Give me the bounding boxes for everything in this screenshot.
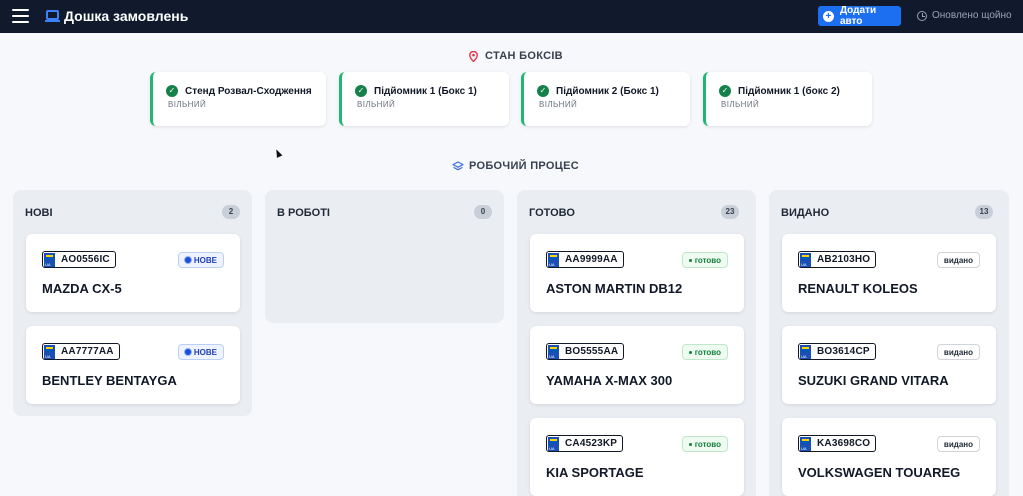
column-count: 13: [975, 205, 993, 219]
update-status: Оновлено щойно: [917, 10, 1012, 21]
car-name: RENAULT KOLEOS: [798, 281, 918, 296]
order-card[interactable]: BO3614CP видано SUZUKI GRAND VITARA: [782, 326, 996, 404]
bay-status: ВІЛЬНИЙ: [721, 100, 760, 109]
bays-heading: СТАН БОКСІВ: [469, 50, 563, 62]
ua-flag-icon: [44, 344, 55, 359]
workflow-heading-text: РОБОЧИЙ ПРОЦЕС: [469, 160, 579, 172]
bay-status: ВІЛЬНИЙ: [357, 100, 396, 109]
order-card[interactable]: AO0556IC НОВЕ MAZDA CX-5: [26, 234, 240, 312]
license-plate: AA9999AA: [546, 251, 624, 268]
column-title: ВИДАНО: [781, 207, 830, 219]
check-icon: ✓: [166, 85, 178, 97]
car-name: SUZUKI GRAND VITARA: [798, 373, 949, 388]
check-icon: ✓: [719, 85, 731, 97]
bay-card[interactable]: ✓ Підйомник 1 (бокс 2) ВІЛЬНИЙ: [703, 72, 872, 126]
car-name: KIA SPORTAGE: [546, 465, 644, 480]
status-badge: НОВЕ: [177, 344, 224, 360]
bays-heading-text: СТАН БОКСІВ: [485, 50, 563, 62]
add-car-button[interactable]: + Додати авто: [818, 5, 901, 27]
column-count: 0: [474, 205, 492, 219]
status-dot-icon: [688, 258, 692, 262]
license-plate: AB2103HO: [798, 251, 877, 268]
status-dot-icon: [184, 349, 191, 355]
car-name: MAZDA CX-5: [42, 281, 122, 296]
license-plate: AO0556IC: [42, 251, 116, 268]
plus-icon: +: [823, 10, 834, 22]
column-title: НОВІ: [25, 207, 53, 219]
license-plate: AA7777AA: [42, 343, 120, 360]
map-pin-icon: [469, 50, 478, 62]
bay-name: Підйомник 2 (Бокс 1): [556, 85, 659, 97]
car-name: VOLKSWAGEN TOUAREG: [798, 465, 961, 480]
update-status-text: Оновлено щойно: [932, 10, 1012, 21]
order-card[interactable]: BO5555AA готово YAMAHA X-MAX 300: [530, 326, 744, 404]
monitor-icon: [45, 10, 60, 22]
order-card[interactable]: AB2103HO видано RENAULT KOLEOS: [782, 234, 996, 312]
status-dot-icon: [184, 257, 191, 263]
status-badge: готово: [681, 344, 728, 360]
license-plate: KA3698CO: [798, 435, 877, 452]
ua-flag-icon: [800, 252, 811, 267]
ua-flag-icon: [548, 436, 559, 451]
ua-flag-icon: [548, 252, 559, 267]
page-title: Дошка замовлень: [64, 8, 189, 24]
column-in-progress: В РОБОТІ 0: [265, 190, 504, 323]
status-badge: видано: [936, 344, 980, 360]
column-new: НОВІ 2 AO0556IC НОВЕ MAZDA CX-5 AA7777AA…: [13, 190, 252, 416]
bay-name: Підйомник 1 (бокс 2): [738, 85, 840, 97]
license-plate: CA4523KP: [546, 435, 624, 452]
order-card[interactable]: CA4523KP готово KIA SPORTAGE: [530, 418, 744, 496]
ua-flag-icon: [800, 344, 811, 359]
check-icon: ✓: [537, 85, 549, 97]
top-bar: Дошка замовлень + Додати авто Оновлено щ…: [0, 0, 1023, 33]
add-car-button-label: Додати авто: [839, 5, 877, 27]
clock-icon: [917, 10, 927, 21]
status-badge: видано: [936, 436, 980, 452]
menu-icon[interactable]: [12, 9, 29, 23]
ua-flag-icon: [800, 436, 811, 451]
status-badge: готово: [681, 436, 728, 452]
workflow-heading: РОБОЧИЙ ПРОЦЕС: [452, 160, 579, 172]
status-badge: готово: [681, 252, 728, 268]
status-dot-icon: [688, 442, 692, 446]
column-title: В РОБОТІ: [277, 207, 330, 219]
status-badge: видано: [936, 252, 980, 268]
car-name: YAMAHA X-MAX 300: [546, 373, 673, 388]
status-dot-icon: [688, 350, 692, 354]
ua-flag-icon: [548, 344, 559, 359]
order-card[interactable]: AA9999AA готово ASTON MARTIN DB12: [530, 234, 744, 312]
bay-name: Підйомник 1 (Бокс 1): [374, 85, 477, 97]
check-icon: ✓: [355, 85, 367, 97]
column-issued: ВИДАНО 13 AB2103HO видано RENAULT KOLEOS…: [769, 190, 1009, 496]
column-count: 2: [222, 205, 240, 219]
bay-name: Стенд Розвал-Сходження: [185, 85, 312, 97]
license-plate: BO5555AA: [546, 343, 625, 360]
layers-icon: [452, 160, 464, 170]
bay-status: ВІЛЬНИЙ: [539, 100, 578, 109]
car-name: ASTON MARTIN DB12: [546, 281, 683, 296]
column-count: 23: [721, 205, 739, 219]
column-ready: ГОТОВО 23 AA9999AA готово ASTON MARTIN D…: [517, 190, 756, 496]
order-card[interactable]: AA7777AA НОВЕ BENTLEY BENTAYGA: [26, 326, 240, 404]
ua-flag-icon: [44, 252, 55, 267]
bay-card[interactable]: ✓ Підйомник 2 (Бокс 1) ВІЛЬНИЙ: [521, 72, 690, 126]
mouse-cursor: [273, 148, 283, 158]
column-title: ГОТОВО: [529, 207, 575, 219]
bay-card[interactable]: ✓ Підйомник 1 (Бокс 1) ВІЛЬНИЙ: [339, 72, 509, 126]
license-plate: BO3614CP: [798, 343, 876, 360]
bay-card[interactable]: ✓ Стенд Розвал-Сходження ВІЛЬНИЙ: [150, 72, 326, 126]
bay-status: ВІЛЬНИЙ: [168, 100, 207, 109]
status-badge: НОВЕ: [177, 252, 224, 268]
order-card[interactable]: KA3698CO видано VOLKSWAGEN TOUAREG: [782, 418, 996, 496]
car-name: BENTLEY BENTAYGA: [42, 373, 177, 388]
